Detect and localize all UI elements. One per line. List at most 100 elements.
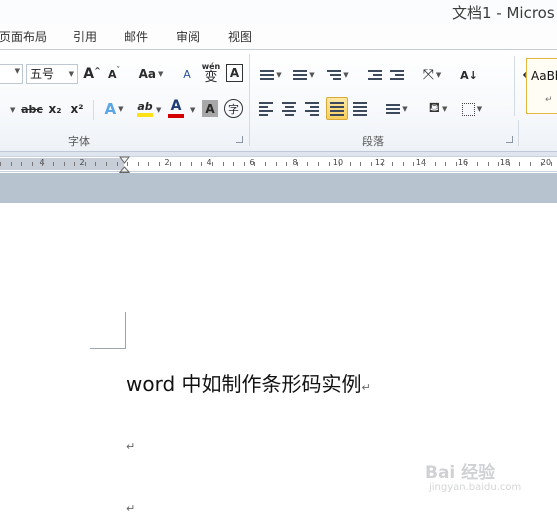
tab-page-layout[interactable]: 页面布局: [0, 28, 47, 45]
distributed-button[interactable]: [351, 98, 369, 120]
ruler-tick: [456, 162, 457, 166]
shading-button[interactable]: ⛾ ▼: [423, 98, 453, 120]
ruler-tick: [350, 162, 351, 166]
workspace-band: [0, 173, 557, 203]
group-divider: [249, 54, 250, 146]
tab-references[interactable]: 引用: [73, 28, 97, 45]
character-shading-icon: A: [205, 101, 215, 116]
distributed-icon: [353, 102, 367, 116]
shrink-font-icon: A: [107, 67, 117, 81]
page-corner-mark: [125, 312, 126, 348]
bullets-button[interactable]: ▼: [257, 64, 285, 86]
ribbon-tabs: 页面布局 引用 邮件 审阅 视图: [0, 24, 557, 50]
tab-review[interactable]: 审阅: [176, 28, 200, 45]
sort-button[interactable]: A↓: [458, 64, 480, 86]
ruler-tick: [360, 162, 361, 166]
font-color-icon: A: [170, 98, 182, 114]
ruler-tick: [85, 162, 86, 166]
chevron-down-icon: ▼: [343, 71, 349, 79]
borders-icon: [461, 102, 475, 116]
align-center-icon: [282, 102, 296, 116]
quick-style-normal[interactable]: AaBb ↵: [526, 58, 557, 114]
font-group-label: 字体: [68, 135, 90, 148]
ruler-tick: [244, 162, 245, 166]
font-name-box[interactable]: ▼: [0, 64, 23, 84]
increase-indent-button[interactable]: [388, 64, 406, 86]
align-right-button[interactable]: [303, 98, 321, 120]
ruler-tick: [223, 162, 224, 166]
chevron-down-icon: ▼: [158, 70, 164, 78]
tab-mailings[interactable]: 邮件: [124, 28, 148, 45]
multilevel-list-icon: [327, 70, 342, 80]
heading-text: word 中如制作条形码实例: [126, 372, 362, 396]
phonetic-guide-button[interactable]: wén 变: [201, 58, 221, 86]
sort-icon: A↓: [460, 68, 478, 82]
strikethrough-button[interactable]: abc: [20, 98, 44, 120]
ruler-number: 10: [332, 158, 344, 167]
align-center-button[interactable]: [280, 98, 298, 120]
superscript-button[interactable]: x²: [68, 98, 86, 120]
ruler-tick: [265, 162, 266, 166]
enclose-characters-button[interactable]: 字: [224, 99, 243, 118]
character-border-button[interactable]: A: [226, 64, 243, 82]
subscript-icon: x₂: [48, 102, 62, 116]
ruler-tick: [541, 162, 542, 166]
numbering-button[interactable]: ▼: [290, 64, 318, 86]
ruler-tick: [466, 162, 467, 166]
ruler-tick: [498, 162, 499, 166]
document-heading[interactable]: word 中如制作条形码实例↵: [126, 368, 371, 397]
watermark: Bai 经验 jingyan.baidu.com: [425, 458, 535, 498]
justify-button[interactable]: [326, 97, 348, 120]
character-shading-button[interactable]: A: [202, 100, 218, 117]
ruler-tick: [106, 162, 107, 166]
ruler-tick: [254, 162, 255, 166]
highlighter-icon: ab: [137, 99, 153, 113]
chinese-layout-button[interactable]: ⤧ ▼: [418, 64, 446, 86]
ruler-tick: [318, 162, 319, 166]
ruler-tick: [339, 162, 340, 166]
ruler-tick: [403, 162, 404, 166]
subscript-button[interactable]: x₂: [46, 98, 64, 120]
ruler-tick: [509, 162, 510, 166]
align-right-icon: [305, 102, 319, 116]
text-effects-button[interactable]: A ▼: [100, 98, 128, 120]
clear-format-button[interactable]: A: [177, 63, 197, 85]
ruler-tick: [159, 162, 160, 166]
ruler-tick: [530, 162, 531, 166]
ruler-tick: [488, 162, 489, 166]
paragraph-group-label: 段落: [362, 135, 384, 148]
font-dialog-launcher-icon[interactable]: [236, 136, 243, 143]
shrink-font-button[interactable]: Aˇ: [106, 63, 122, 85]
chevron-down-icon: ▼: [10, 106, 16, 114]
ruler-number: 4: [206, 158, 212, 167]
font-size-box[interactable]: 五号 ▼: [26, 64, 78, 84]
ruler-number: 2: [79, 158, 85, 167]
highlight-color-swatch: [137, 112, 153, 117]
enclose-characters-icon: 字: [228, 102, 239, 116]
ruler-tick: [201, 162, 202, 166]
ruler-tick: [170, 162, 171, 166]
multilevel-list-button[interactable]: ▼: [324, 64, 352, 86]
watermark-url: jingyan.baidu.com: [429, 482, 522, 493]
chevron-down-icon: ▼: [442, 105, 448, 113]
group-divider: [514, 56, 515, 116]
change-case-button[interactable]: Aa ▼: [137, 63, 165, 85]
line-spacing-button[interactable]: ▼: [383, 98, 411, 120]
ruler-tick: [307, 162, 308, 166]
decrease-indent-button[interactable]: [366, 64, 384, 86]
chevron-down-icon: ▼: [118, 105, 124, 113]
font-color-button[interactable]: A: [165, 97, 187, 119]
borders-button[interactable]: ▼: [458, 98, 486, 120]
ruler-tick: [551, 162, 552, 166]
font-size-value: 五号: [30, 67, 55, 81]
paragraph-dialog-launcher-icon[interactable]: [506, 136, 513, 143]
align-left-button[interactable]: [257, 98, 275, 120]
ruler-tick: [424, 162, 425, 166]
ruler-tick: [0, 162, 1, 166]
tab-view[interactable]: 视图: [228, 28, 252, 45]
grow-font-button[interactable]: A ^: [83, 63, 101, 85]
ruler-tick: [180, 162, 181, 166]
line-spacing-icon: [386, 104, 401, 114]
ruler-number: 12: [374, 158, 386, 167]
grow-font-icon: A: [83, 66, 95, 82]
